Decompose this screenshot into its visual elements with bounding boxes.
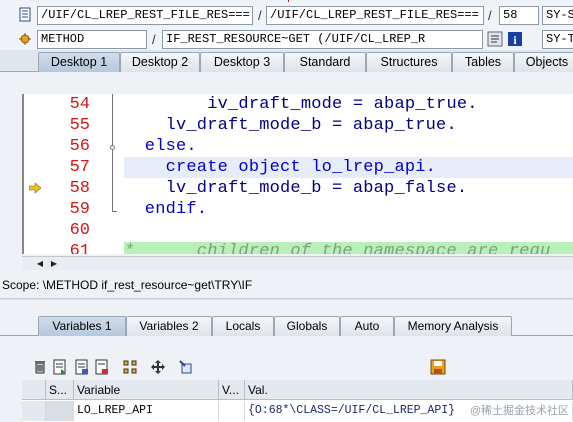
v-cell xyxy=(219,401,245,421)
tab-structures[interactable]: Structures xyxy=(366,52,452,72)
line-number: 55 xyxy=(69,116,90,135)
tab-auto[interactable]: Auto xyxy=(340,316,394,336)
pane-splitter[interactable] xyxy=(0,298,573,300)
status-cell xyxy=(46,401,74,421)
move-icon[interactable] xyxy=(150,359,166,375)
event-field[interactable]: IF_REST_RESOURCE~GET (/UIF/CL_LREP_R xyxy=(162,30,483,49)
line-number: 58 xyxy=(69,179,90,198)
line-number: 59 xyxy=(69,200,90,219)
line-number: 56 xyxy=(69,137,90,156)
column-header-value[interactable]: Val. xyxy=(245,380,573,400)
header-row-event: METHOD / IF_REST_RESOURCE~GET (/UIF/CL_L… xyxy=(0,26,573,50)
tab-globals[interactable]: Globals xyxy=(274,316,340,336)
export-icon[interactable] xyxy=(74,359,90,375)
column-header-status[interactable]: S... xyxy=(46,380,74,400)
details-icon[interactable] xyxy=(487,31,503,47)
line-number: 61 xyxy=(69,242,90,254)
scope-label: Scope: \METHOD if_rest_resource~get\TRY\… xyxy=(2,278,253,292)
row-selector[interactable] xyxy=(22,401,46,421)
delete-icon[interactable] xyxy=(32,359,48,375)
separator: / xyxy=(488,8,492,23)
code-line: lv_draft_mode_b = abap_true. xyxy=(124,116,457,135)
pin-icon[interactable] xyxy=(178,359,194,375)
line-number-field[interactable]: 58 xyxy=(499,6,539,25)
execute-icon[interactable] xyxy=(18,31,33,47)
variables-toolbar xyxy=(0,356,573,378)
row-selector-header[interactable] xyxy=(22,380,46,400)
code-line: else. xyxy=(124,137,197,156)
tab-memory-analysis[interactable]: Memory Analysis xyxy=(394,316,512,336)
code-line: lv_draft_mode_b = abap_false. xyxy=(124,179,468,198)
import-icon[interactable] xyxy=(52,359,68,375)
fold-guide-end xyxy=(112,211,117,212)
tab-objects[interactable]: Objects xyxy=(514,52,573,72)
tree-icon[interactable] xyxy=(122,359,138,375)
code-line: iv_draft_mode = abap_true. xyxy=(124,95,478,114)
scroll-left-icon[interactable]: ◀ xyxy=(34,258,46,270)
fold-guide xyxy=(112,150,113,211)
tab-variables-2[interactable]: Variables 2 xyxy=(126,316,212,336)
column-header-v[interactable]: V... xyxy=(219,380,245,400)
tab-tables[interactable]: Tables xyxy=(452,52,514,72)
variable-cell[interactable]: LO_LREP_API xyxy=(74,401,219,421)
tab-desktop-3[interactable]: Desktop 3 xyxy=(200,52,284,72)
tab-variables-1[interactable]: Variables 1 xyxy=(38,316,126,336)
breakpoint-arrow-icon xyxy=(28,182,42,194)
variables-tab-bar: Variables 1 Variables 2 Locals Globals A… xyxy=(0,314,573,336)
editor-horizontal-scrollbar[interactable]: ◀ ▶ xyxy=(22,256,573,270)
info-icon[interactable]: i xyxy=(507,31,523,47)
tab-desktop-2[interactable]: Desktop 2 xyxy=(120,52,200,72)
source-code-editor[interactable]: 54 55 56 57 58 59 60 61 iv_draft_mode = … xyxy=(22,94,573,254)
code-line: create object lo_lrep_api. xyxy=(124,158,437,177)
scroll-right-icon[interactable]: ▶ xyxy=(48,258,60,270)
code-line: endif. xyxy=(124,200,208,219)
code-comment-line: * children of the namespace are requ xyxy=(124,242,551,254)
desktop-tab-bar: Desktop 1 Desktop 2 Desktop 3 Standard S… xyxy=(0,50,573,72)
line-number: 60 xyxy=(69,221,90,240)
document-icon[interactable] xyxy=(18,7,33,23)
tab-standard[interactable]: Standard xyxy=(284,52,366,72)
column-header-variable[interactable]: Variable xyxy=(74,380,219,400)
line-number: 54 xyxy=(69,95,90,114)
clear-icon[interactable] xyxy=(94,359,110,375)
watermark: @稀土掘金技术社区 xyxy=(469,405,569,417)
separator: / xyxy=(152,32,156,47)
header-row-program: /UIF/CL_LREP_REST_FILE_RES=== / /UIF/CL_… xyxy=(0,2,573,26)
tab-locals[interactable]: Locals xyxy=(212,316,274,336)
fold-guide xyxy=(112,94,113,146)
save-icon[interactable] xyxy=(430,359,446,375)
tab-desktop-1[interactable]: Desktop 1 xyxy=(38,52,120,72)
event-type-field[interactable]: METHOD xyxy=(37,30,147,49)
line-number: 57 xyxy=(69,158,90,177)
sy-tabix-field[interactable]: SY-TABIX xyxy=(542,30,573,49)
include-field[interactable]: /UIF/CL_LREP_REST_FILE_RES=== xyxy=(266,6,484,25)
program-field[interactable]: /UIF/CL_LREP_REST_FILE_RES=== xyxy=(37,6,253,25)
separator: / xyxy=(258,8,262,23)
sy-subrc-field[interactable]: SY-SUBRC xyxy=(542,6,573,25)
